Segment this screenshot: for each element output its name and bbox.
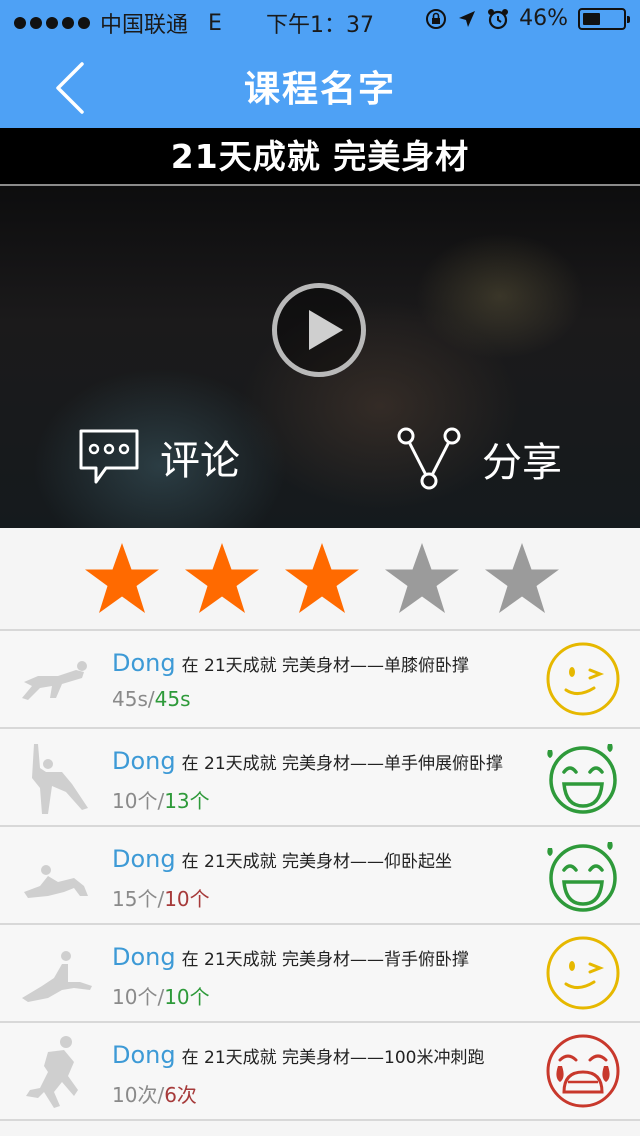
feed-item-activity: 在 21天成就 完美身材——背手俯卧撑 (181, 950, 470, 970)
comment-icon (79, 429, 139, 484)
feed-item[interactable]: Dong 在 21天成就 完美身材——单膝俯卧撑 45s/45s (0, 631, 640, 729)
nav-bar: 课程名字 (0, 40, 640, 128)
status-right: 46% (425, 6, 630, 31)
feed-item-target: 10个 (112, 789, 158, 813)
star-empty-icon[interactable] (484, 541, 560, 617)
comment-label: 评论 (160, 438, 240, 484)
star-filled-icon[interactable] (284, 541, 360, 617)
play-icon (309, 310, 343, 350)
feed-item-progress: 10个/10个 (112, 981, 210, 1010)
wink-face-icon (546, 936, 620, 1010)
feed-item-target: 10次 (112, 1083, 158, 1107)
feed-item-target: 10个 (112, 985, 158, 1009)
share-button[interactable]: 分享 (396, 426, 562, 492)
reverse-pushup-icon (22, 951, 92, 1002)
alarm-icon (488, 8, 509, 29)
star-filled-icon[interactable] (84, 541, 160, 617)
laughing-face-icon (547, 842, 617, 912)
video-player[interactable]: 评论 分享 (0, 186, 640, 528)
feed-item-activity: 在 21天成就 完美身材——100米冲刺跑 (181, 1048, 485, 1068)
feed-item[interactable]: Dong 在 21天成就 完美身材——背手俯卧撑 10个/10个 (0, 925, 640, 1023)
feed-item-text: Dong 在 21天成就 完美身材——背手俯卧撑 (112, 943, 469, 971)
feed-item-target: 15个 (112, 887, 158, 911)
feed-item[interactable]: Dong 在 21天成就 完美身材——单手伸展俯卧撑 10个/13个 (0, 729, 640, 827)
feed-item-user[interactable]: Dong (112, 747, 176, 775)
feed-item-activity: 在 21天成就 完美身材——单手伸展俯卧撑 (181, 754, 504, 774)
feed-item-user[interactable]: Dong (112, 649, 176, 677)
feed-item-done: 10个 (164, 887, 210, 911)
feed-item-progress: 10个/13个 (112, 785, 210, 814)
situp-icon (24, 865, 88, 898)
feed-item-user[interactable]: Dong (112, 845, 176, 873)
feed-item-progress: 45s/45s (112, 687, 191, 711)
feed-item-done: 10个 (164, 985, 210, 1009)
wink-face-icon (546, 642, 620, 716)
battery-percent: 46% (519, 6, 568, 31)
feed-item-progress: 15个/10个 (112, 883, 210, 912)
feed-item-separator: / (147, 687, 155, 711)
sprint-icon (26, 1036, 78, 1108)
play-button[interactable] (272, 283, 366, 377)
location-arrow-icon (459, 10, 476, 27)
star-filled-icon[interactable] (184, 541, 260, 617)
feed-item-done: 6次 (164, 1083, 197, 1107)
feed-item-user[interactable]: Dong (112, 1041, 176, 1069)
feed-item-target: 45s (112, 687, 148, 711)
laughing-face-icon (547, 744, 617, 814)
feed-item-text: Dong 在 21天成就 完美身材——仰卧起坐 (112, 845, 452, 873)
orientation-lock-icon (426, 8, 447, 29)
comment-button[interactable]: 评论 (78, 426, 240, 488)
page-title: 课程名字 (243, 69, 396, 110)
feed-item-progress: 10次/6次 (112, 1079, 197, 1108)
status-bar: 中国联通 E 下午1：37 46% (0, 0, 640, 40)
feed-item[interactable]: Dong 在 21天成就 完美身材——100米冲刺跑 10次/6次 (0, 1023, 640, 1121)
side-plank-icon (32, 744, 88, 814)
feed-item-text: Dong 在 21天成就 完美身材——100米冲刺跑 (112, 1041, 485, 1069)
feed-item-user[interactable]: Dong (112, 943, 176, 971)
feed-item-text: Dong 在 21天成就 完美身材——单膝俯卧撑 (112, 649, 469, 677)
share-label: 分享 (482, 440, 562, 486)
feed-item[interactable]: Dong 在 21天成就 完美身材——仰卧起坐 15个/10个 (0, 827, 640, 925)
course-title-banner: 21天成就 完美身材 (0, 128, 640, 186)
crying-face-icon (546, 1034, 620, 1108)
feed-item-activity: 在 21天成就 完美身材——仰卧起坐 (181, 852, 453, 872)
star-empty-icon[interactable] (384, 541, 460, 617)
feed-item-done: 13个 (164, 789, 210, 813)
battery-icon (578, 7, 630, 30)
feed-item-activity: 在 21天成就 完美身材——单膝俯卧撑 (181, 656, 470, 676)
star-rating[interactable] (0, 528, 640, 631)
feed-item-text: Dong 在 21天成就 完美身材——单手伸展俯卧撑 (112, 747, 503, 775)
feed-item-done: 45s (154, 687, 191, 711)
kneeling-pushup-icon (22, 661, 87, 700)
share-icon (397, 427, 461, 490)
activity-feed: Dong 在 21天成就 完美身材——单膝俯卧撑 45s/45s Dong 在 21天成… (0, 631, 640, 1121)
